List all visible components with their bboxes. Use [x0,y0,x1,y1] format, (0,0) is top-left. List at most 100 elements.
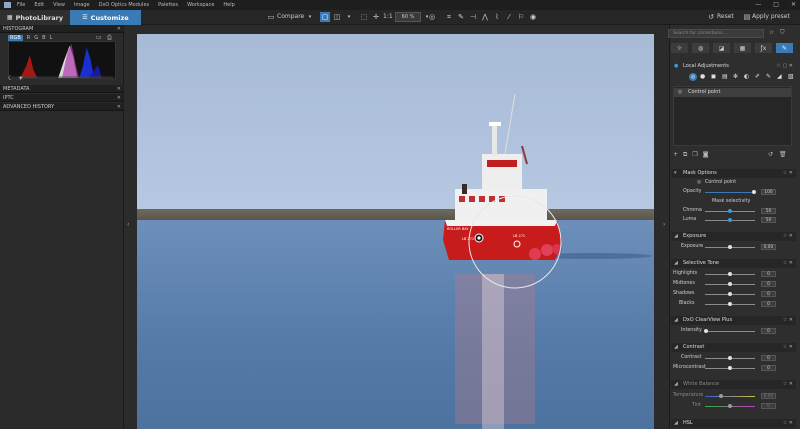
intensity-slider-handle[interactable] [704,329,708,333]
menu-image[interactable]: Image [74,2,90,8]
midtones-slider-handle[interactable] [728,282,732,286]
shadow-clip-icon[interactable]: ☾ [8,75,13,82]
tab-geometry-icon[interactable]: ▦ [734,43,751,53]
photo-boat[interactable] [137,34,654,429]
contrast-slider-handle[interactable] [728,356,732,360]
brush-icon[interactable]: ⁄ [504,12,514,22]
opacity-slider-track[interactable] [705,192,755,193]
trash-icon[interactable]: 🗑 [779,151,787,158]
white-balance-header[interactable]: ◢ White Balance ☆ ✕ [671,380,796,389]
contrast-value[interactable]: 0 [761,355,776,361]
section-actions-icon[interactable]: ☆ ✕ [783,232,793,241]
local-adjustments-actions-icon[interactable]: ☆ ▢ ✕ [776,62,793,71]
section-actions-icon[interactable]: ☆ ✕ [783,419,793,428]
section-actions-icon[interactable]: ☆ ✕ [783,380,793,389]
section-actions-icon[interactable]: ☆ ✕ [783,343,793,352]
maximize-button[interactable]: □ [773,1,779,8]
iptc-header[interactable]: IPTC ✕ [0,94,124,102]
fill-tool-icon[interactable]: ◢ [777,73,785,81]
chroma-value[interactable]: 50 [761,208,776,214]
before-after-icon[interactable]: ◎ [427,12,437,22]
zoom-one-to-one[interactable]: 1:1 [383,13,393,20]
microcontrast-value[interactable]: 0 [761,365,776,371]
reset-icon[interactable]: ↺ [706,12,716,22]
tint-value[interactable]: 0 [761,403,776,409]
compare-button[interactable]: Compare [277,13,304,20]
local-adjustments-header[interactable]: ● Local Adjustments ☆ ▢ ✕ [671,62,796,71]
microcontrast-slider-handle[interactable] [728,366,732,370]
metadata-header[interactable]: METADATA ✕ [0,85,124,93]
filter-icon[interactable]: ⛉ [780,29,785,37]
close-icon[interactable]: ✕ [117,103,121,111]
brush-tool-icon[interactable]: ● [700,73,708,81]
menu-workspace[interactable]: Workspace [187,2,214,8]
opacity-value[interactable]: 100 [761,189,776,195]
close-icon[interactable]: ✕ [117,25,121,33]
minimize-button[interactable]: — [755,1,761,8]
menu-view[interactable]: View [53,2,65,8]
selective-tone-header[interactable]: ◢ Selective Tone ☆ ✕ [671,259,796,268]
split-view-icon[interactable]: ◫ [332,12,342,22]
luma-value[interactable]: 50 [761,217,776,223]
hsl-header[interactable]: ◢ HSL ☆ ✕ [671,419,796,428]
mask-options-header[interactable]: ▾ Mask Options ☆ ✕ [671,169,796,178]
pen-tool-icon[interactable]: ✐ [755,73,763,81]
chevron-left-icon[interactable]: ‹ [127,221,129,228]
eraser-tool-icon[interactable]: ◐ [744,73,752,81]
temperature-value[interactable]: 0.00 [761,393,776,399]
compare-icon[interactable]: ▭ [266,12,276,22]
undo-icon[interactable]: ↺ [768,151,773,158]
tab-detail-icon[interactable]: ◪ [713,43,730,53]
contrast-header[interactable]: ◢ Contrast ☆ ✕ [671,343,796,352]
chevron-down-icon[interactable]: ▾ [305,12,315,22]
eye-icon[interactable]: ◉ [528,12,538,22]
chroma-slider-handle[interactable] [728,209,732,213]
group-icon[interactable]: ⧉ [683,151,687,159]
section-actions-icon[interactable]: ☆ ✕ [783,169,793,178]
tab-light-icon[interactable]: ☼ [671,43,688,53]
exposure-slider-handle[interactable] [728,245,732,249]
menu-help[interactable]: Help [223,2,234,8]
control-point-tool-icon[interactable]: ◎ [689,73,697,81]
horizon-icon[interactable]: ⊣ [468,12,478,22]
tint-slider-handle[interactable] [728,404,732,408]
tab-customize[interactable]: ☰ Customize [70,10,141,25]
intensity-slider-track[interactable] [705,331,755,332]
list-item-control-point[interactable]: ◎ Control point [674,88,791,97]
temperature-slider-handle[interactable] [719,394,723,398]
monitor-icon[interactable]: ▭ [96,34,102,41]
duplicate-icon[interactable]: ❐ [692,151,697,159]
opacity-slider-handle[interactable] [752,190,756,194]
menu-edit[interactable]: Edit [34,2,44,8]
luma-slider-handle[interactable] [728,218,732,222]
repair-icon[interactable]: ⌇ [492,12,502,22]
graduated-filter-icon[interactable]: ▤ [722,73,730,81]
star-icon[interactable]: ☆ [769,29,774,36]
close-icon[interactable]: ✕ [117,85,121,93]
pipette-tool-icon[interactable]: ✎ [766,73,774,81]
tab-color-icon[interactable]: ◍ [692,43,709,53]
close-button[interactable]: ✕ [791,1,796,8]
temperature-slider-track[interactable] [705,396,755,397]
tab-local-adjustments-icon[interactable]: ✎ [776,43,793,53]
advanced-history-header[interactable]: ADVANCED HISTORY ✕ [0,103,124,111]
highlights-slider-handle[interactable] [728,272,732,276]
perspective-icon[interactable]: ⋀ [480,12,490,22]
apply-preset-icon[interactable]: ▤ [742,12,752,22]
eyedropper-icon[interactable]: ✎ [456,12,466,22]
midtones-value[interactable]: 0 [761,281,776,287]
left-panel-collapse[interactable]: ‹ [124,25,136,429]
invert-icon[interactable]: ◙ [703,151,709,159]
zoom-level-select[interactable]: 60 % [395,12,421,22]
clearview-header[interactable]: ◢ DxO ClearView Plus ☆ ✕ [671,316,796,325]
blacks-value[interactable]: 0 [761,301,776,307]
search-corrections-input[interactable]: Search for corrections... [668,29,764,38]
exposure-value[interactable]: 0.00 [761,244,776,250]
menu-palettes[interactable]: Palettes [158,2,178,8]
apply-preset-button[interactable]: Apply preset [752,13,790,20]
add-icon[interactable]: + [673,151,678,159]
control-line-icon[interactable]: ✻ [733,73,741,81]
histogram-header[interactable]: HISTOGRAM ✕ [0,25,124,33]
auto-mask-tool-icon[interactable]: ◼ [711,73,719,81]
reset-button[interactable]: Reset [717,13,734,20]
